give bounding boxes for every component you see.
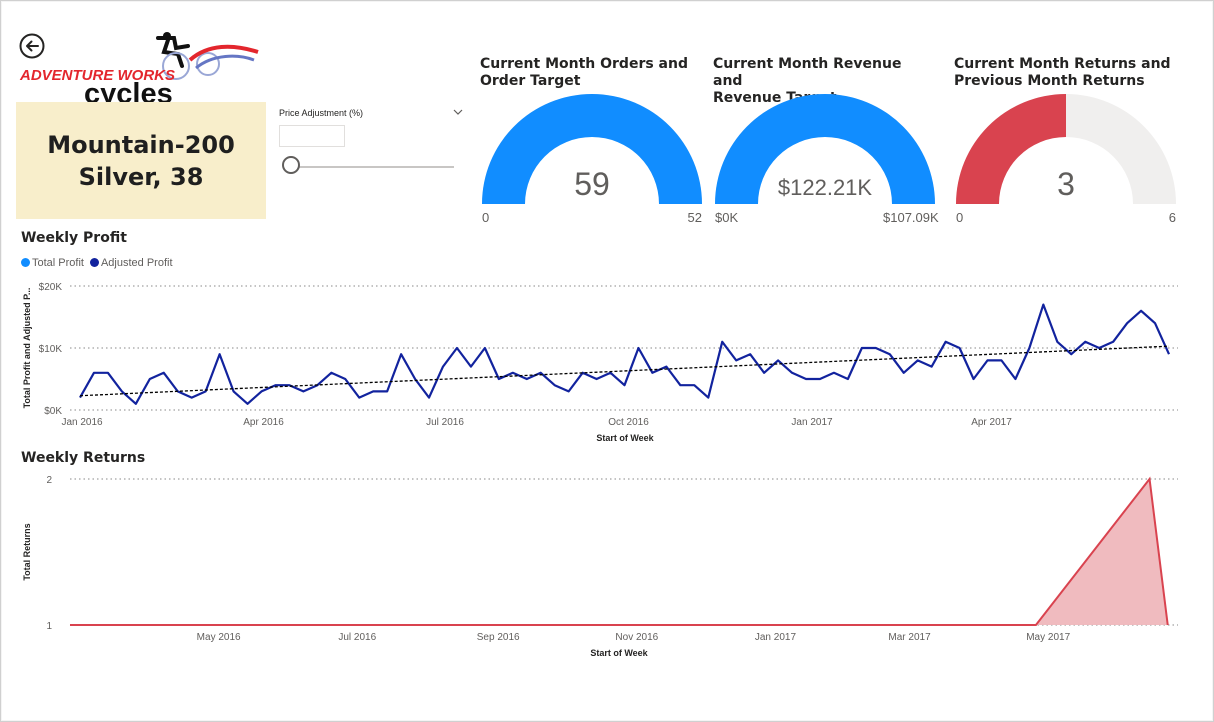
adjusted-profit-dot-icon xyxy=(89,258,99,267)
x-tick-label: Jan 2017 xyxy=(791,417,833,428)
legend-item-total-profit[interactable]: Total Profit xyxy=(21,257,84,269)
gauge-title-line1: Current Month Returns and xyxy=(954,56,1171,72)
x-tick-label: Sep 2016 xyxy=(477,632,520,643)
weekly-profit-title: Weekly Profit xyxy=(21,230,127,246)
price-adjustment-slicer-title: Price Adjustment (%) xyxy=(279,108,364,118)
gauge-value-label: $122.21K xyxy=(778,175,873,200)
x-tick-label: Apr 2016 xyxy=(243,417,284,428)
total-profit-dot-icon xyxy=(21,258,30,267)
weekly-returns-title: Weekly Returns xyxy=(21,450,146,466)
gauge-title-line1: Current Month Orders and xyxy=(480,56,688,72)
trend-line xyxy=(79,345,1170,397)
gauge-title-line1: Current Month Revenue and xyxy=(713,56,902,89)
gauge-min-label: 0 xyxy=(956,210,964,225)
gauge-title-0: Current Month Orders and Order Target xyxy=(480,56,700,90)
gauge-min-label: 0 xyxy=(482,210,490,225)
x-axis-title: Start of Week xyxy=(596,433,654,443)
gauge-max-label: $107.09K xyxy=(883,210,939,225)
y-tick-label: 1 xyxy=(46,621,52,632)
y-tick-label: $10K xyxy=(39,344,63,355)
x-tick-label: May 2017 xyxy=(1026,632,1070,643)
price-adjustment-input[interactable] xyxy=(279,125,345,147)
gauge-value-label: 3 xyxy=(1057,166,1075,202)
product-card: Mountain-200 Silver, 38 xyxy=(16,102,266,219)
legend-label-total-profit: Total Profit xyxy=(32,257,84,269)
y-axis-title: Total Returns xyxy=(22,523,32,580)
chevron-down-icon[interactable] xyxy=(452,106,464,118)
x-tick-label: May 2016 xyxy=(197,632,241,643)
x-tick-label: Jul 2016 xyxy=(338,632,376,643)
gauge-title-line2: Order Target xyxy=(480,73,581,89)
gauge-1[interactable]: $122.21K xyxy=(714,94,936,224)
adventure-works-logo: ADVENTURE WORKS cycles xyxy=(19,32,259,108)
total-returns-area xyxy=(70,479,1168,625)
weekly-profit-chart[interactable]: $0K $10K $20K Jan 2016 Apr 2016 Jul 2016 Oct 2… xyxy=(0,275,1214,447)
y-tick-label: $20K xyxy=(39,282,63,293)
price-adjustment-slider-thumb[interactable] xyxy=(282,156,300,174)
price-adjustment-slider-track[interactable] xyxy=(292,166,454,168)
x-tick-label: Mar 2017 xyxy=(888,632,931,643)
gauge-min-label: $0K xyxy=(715,210,739,225)
legend-label-adjusted-profit: Adjusted Profit xyxy=(100,257,173,269)
product-name-line2: Silver, 38 xyxy=(78,162,204,191)
x-tick-label: Apr 2017 xyxy=(971,417,1012,428)
legend-item-adjusted-profit[interactable]: Adjusted Profit xyxy=(89,257,173,269)
y-tick-label: 2 xyxy=(46,475,52,486)
gauge-max-label: 52 xyxy=(687,210,702,225)
gauge-value-arc xyxy=(956,94,1066,204)
x-tick-label: Nov 2016 xyxy=(615,632,658,643)
gauge-value-label: 59 xyxy=(574,166,610,202)
weekly-returns-chart[interactable]: 1 2 May 2016 Jul 2016 Sep 2016 Nov 2016 Jan 20… xyxy=(0,468,1214,663)
x-tick-label: Jul 2016 xyxy=(426,417,464,428)
x-tick-label: Jan 2017 xyxy=(755,632,797,643)
gauge-title-2: Current Month Returns and Previous Month … xyxy=(954,56,1174,90)
gauge-max-label: 6 xyxy=(1168,210,1176,225)
gauge-2[interactable]: 3 xyxy=(955,94,1177,224)
x-tick-label: Jan 2016 xyxy=(61,417,103,428)
x-axis-title: Start of Week xyxy=(590,648,648,658)
gauge-0[interactable]: 59 xyxy=(481,94,703,224)
y-tick-label: $0K xyxy=(44,406,62,417)
total-returns-line xyxy=(70,476,1169,626)
y-axis-title: Total Profit and Adjusted P... xyxy=(22,288,32,409)
product-name-line1: Mountain-200 xyxy=(47,130,235,159)
weekly-profit-legend: Total Profit Adjusted Profit xyxy=(21,257,173,269)
gauge-title-line2: Previous Month Returns xyxy=(954,73,1145,89)
x-tick-label: Oct 2016 xyxy=(608,417,649,428)
